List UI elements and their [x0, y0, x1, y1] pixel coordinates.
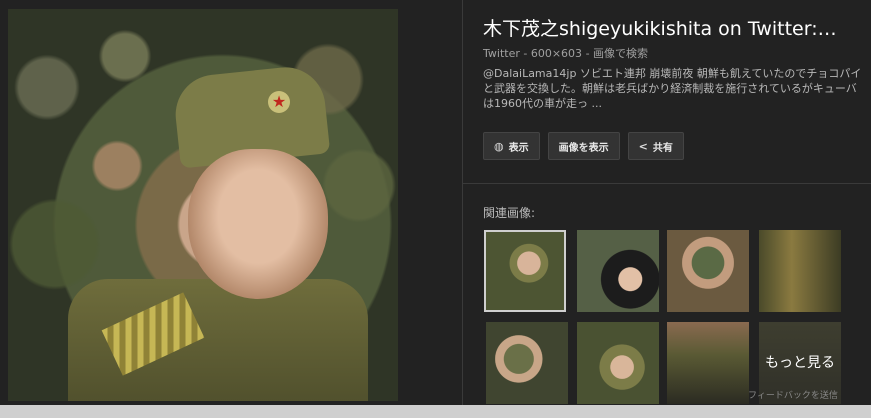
meta-separator: -	[585, 47, 594, 60]
bottom-strip	[0, 405, 871, 418]
related-thumbnail[interactable]	[577, 322, 659, 404]
search-by-image-link[interactable]: 画像で検索	[593, 47, 648, 60]
view-button-label: 表示	[508, 142, 529, 154]
star-icon: ★	[268, 91, 290, 113]
result-title[interactable]: 木下茂之shigeyukikishita on Twitter:…	[483, 14, 863, 41]
source-label: Twitter	[483, 47, 520, 60]
view-button[interactable]: ◍ 表示	[483, 132, 540, 160]
related-thumbnail[interactable]	[484, 230, 566, 312]
image-detail-panel: ★ 木下茂之shigeyukikishita on Twitter:… Twit…	[0, 0, 871, 405]
dimensions-label: 600×603	[530, 47, 583, 60]
share-button[interactable]: < 共有	[627, 132, 684, 160]
related-images-label: 関連画像:	[483, 206, 536, 220]
view-image-button-label: 画像を表示	[558, 142, 609, 154]
view-image-button[interactable]: 画像を表示	[547, 132, 620, 160]
vertical-divider	[462, 0, 463, 405]
share-icon: <	[638, 139, 648, 153]
meta-separator: -	[523, 47, 531, 60]
globe-icon: ◍	[494, 139, 504, 153]
feedback-link[interactable]: フィードバックを送信	[748, 388, 838, 401]
related-thumbnail[interactable]	[759, 230, 841, 312]
related-thumbnail[interactable]	[486, 322, 568, 404]
related-thumbnail[interactable]	[577, 230, 659, 312]
action-buttons: ◍ 表示 画像を表示 < 共有	[483, 132, 684, 160]
related-thumbnail[interactable]	[667, 322, 749, 404]
face	[188, 149, 328, 299]
result-meta: Twitter - 600×603 - 画像で検索	[483, 45, 648, 61]
main-image[interactable]: ★	[8, 9, 398, 401]
result-description: @DalaiLama14jp ソビエト連邦 崩壊前夜 朝鮮も飢えていたのでチョコ…	[483, 67, 862, 110]
related-thumbnail[interactable]	[667, 230, 749, 312]
share-button-label: 共有	[652, 142, 673, 154]
horizontal-divider	[463, 183, 871, 184]
